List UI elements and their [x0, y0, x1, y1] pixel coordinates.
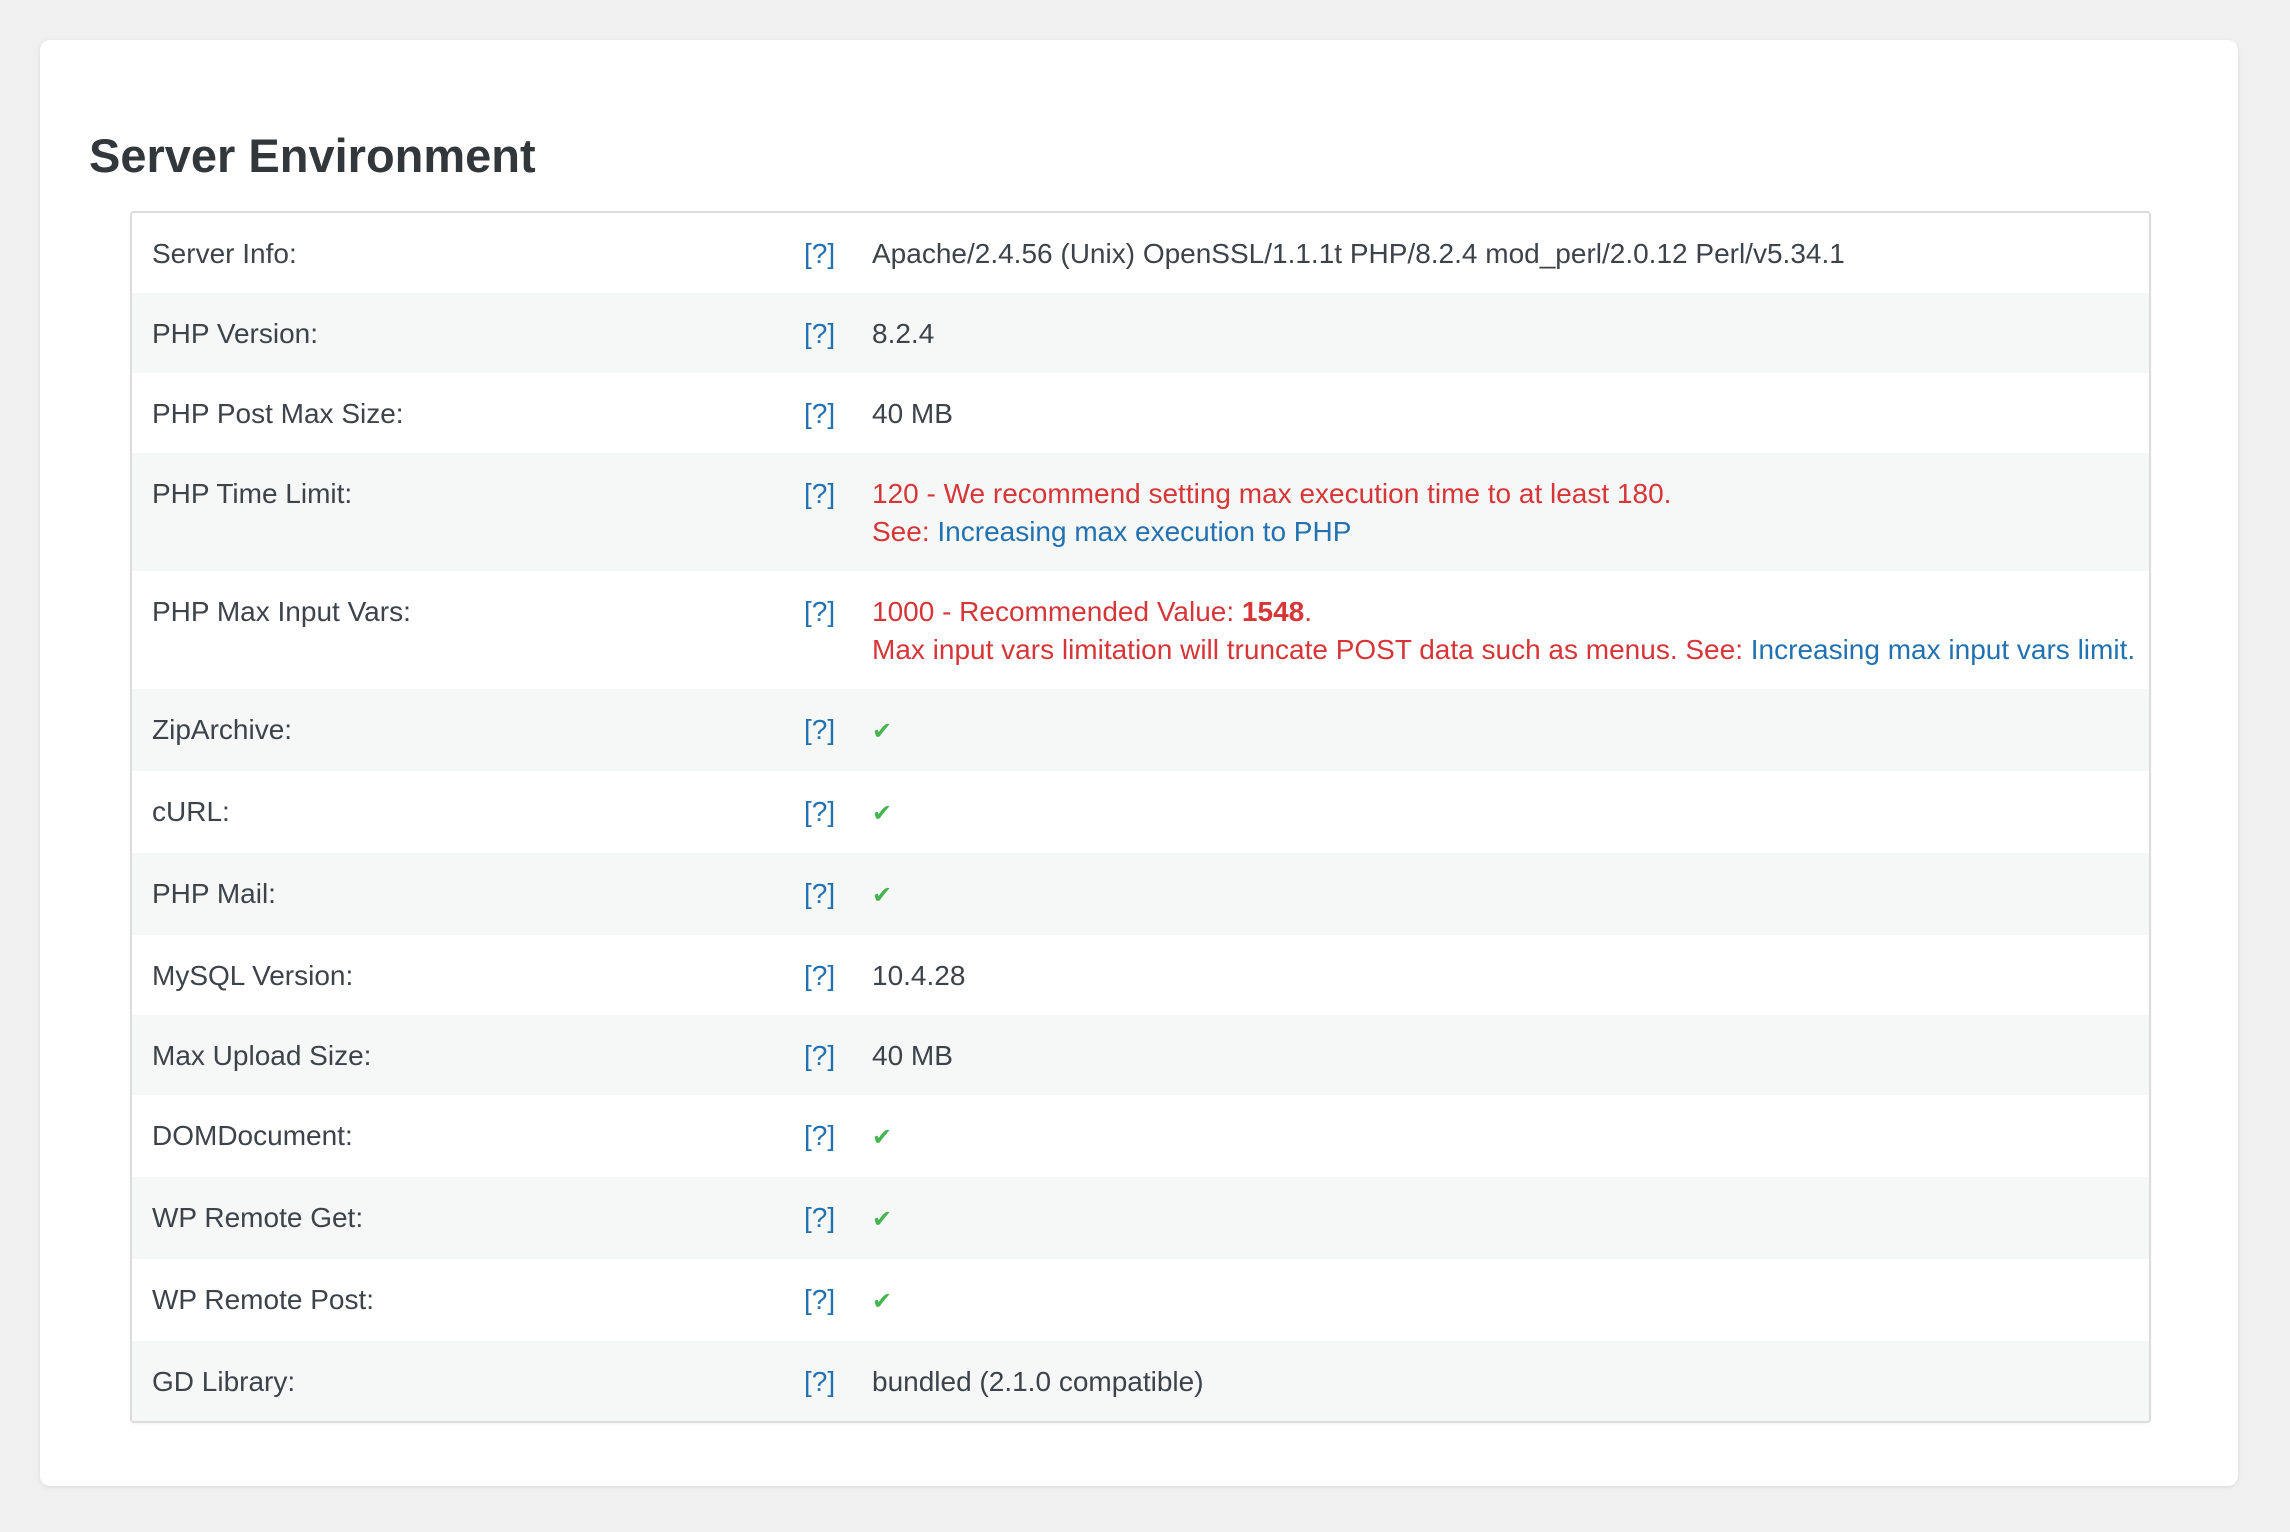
row-value: 10.4.28 — [872, 960, 966, 991]
table-row-mysql-version: MySQL Version: [?] 10.4.28 — [132, 935, 2149, 1015]
warning-suffix: . — [1304, 596, 1312, 627]
warning-detail: Max input vars limitation will truncate … — [872, 634, 1751, 665]
row-value: 8.2.4 — [872, 318, 935, 349]
server-environment-table: Server Info: [?] Apache/2.4.56 (Unix) Op… — [130, 211, 2151, 1423]
checkmark-icon: ✔ — [872, 882, 893, 909]
checkmark-icon: ✔ — [872, 1124, 893, 1151]
row-label: ZipArchive: — [152, 714, 293, 745]
warning-message: 1000 - Recommended Value: 1548. — [872, 593, 2135, 631]
table-row-domdocument: DOMDocument: [?] ✔ — [132, 1095, 2149, 1177]
row-label: WP Remote Post: — [152, 1284, 375, 1315]
help-link[interactable]: [?] — [804, 315, 872, 353]
warning-see-line: See: Increasing max execution to PHP — [872, 513, 2129, 551]
see-prefix: See: — [872, 516, 938, 547]
row-label: Max Upload Size: — [152, 1040, 372, 1071]
row-label: GD Library: — [152, 1366, 296, 1397]
help-link[interactable]: [?] — [804, 711, 872, 749]
row-label: PHP Max Input Vars: — [152, 596, 411, 627]
help-link[interactable]: [?] — [804, 475, 872, 513]
row-label: DOMDocument: — [152, 1120, 353, 1151]
warning-message: 120 - We recommend setting max execution… — [872, 478, 1672, 509]
table-row-php-mail: PHP Mail: [?] ✔ — [132, 853, 2149, 935]
help-link[interactable]: [?] — [804, 1281, 872, 1319]
table-row-php-version: PHP Version: [?] 8.2.4 — [132, 293, 2149, 373]
help-link[interactable]: [?] — [804, 793, 872, 831]
page-title: Server Environment — [89, 129, 536, 182]
table-row-php-max-input-vars: PHP Max Input Vars: [?] 1000 - Recommend… — [132, 571, 2149, 689]
row-label: Server Info: — [152, 238, 297, 269]
table-row-server-info: Server Info: [?] Apache/2.4.56 (Unix) Op… — [132, 213, 2149, 293]
row-value-warning: 120 - We recommend setting max execution… — [872, 475, 2149, 551]
row-value: 40 MB — [872, 398, 953, 429]
warning-prefix: 1000 - Recommended Value: — [872, 596, 1242, 627]
table-row-curl: cURL: [?] ✔ — [132, 771, 2149, 853]
row-value: bundled (2.1.0 compatible) — [872, 1366, 1204, 1397]
row-label: PHP Post Max Size: — [152, 398, 404, 429]
table-row-php-post-max-size: PHP Post Max Size: [?] 40 MB — [132, 373, 2149, 453]
checkmark-icon: ✔ — [872, 800, 893, 827]
row-label: PHP Mail: — [152, 878, 276, 909]
checkmark-icon: ✔ — [872, 718, 893, 745]
recommended-value: 1548 — [1241, 596, 1305, 627]
help-link[interactable]: [?] — [804, 395, 872, 433]
table-row-gd-library: GD Library: [?] bundled (2.1.0 compatibl… — [132, 1341, 2149, 1421]
row-value-warning: 1000 - Recommended Value: 1548. Max inpu… — [872, 593, 2149, 669]
row-value: Apache/2.4.56 (Unix) OpenSSL/1.1.1t PHP/… — [872, 238, 1845, 269]
warning-see-line: Max input vars limitation will truncate … — [872, 631, 2135, 669]
increase-max-execution-link[interactable]: Increasing max execution to PHP — [937, 516, 1351, 547]
help-link[interactable]: [?] — [804, 1199, 872, 1237]
help-link[interactable]: [?] — [804, 593, 872, 631]
table-row-max-upload-size: Max Upload Size: [?] 40 MB — [132, 1015, 2149, 1095]
help-link[interactable]: [?] — [804, 1117, 872, 1155]
table-row-wp-remote-post: WP Remote Post: [?] ✔ — [132, 1259, 2149, 1341]
checkmark-icon: ✔ — [872, 1206, 893, 1233]
table-row-ziparchive: ZipArchive: [?] ✔ — [132, 689, 2149, 771]
row-label: PHP Version: — [152, 318, 319, 349]
increase-max-input-vars-link[interactable]: Increasing max input vars limit. — [1751, 634, 2135, 665]
row-label: cURL: — [152, 796, 230, 827]
row-label: MySQL Version: — [152, 960, 354, 991]
row-label: PHP Time Limit: — [152, 478, 353, 509]
help-link[interactable]: [?] — [804, 235, 872, 273]
row-value: 40 MB — [872, 1040, 953, 1071]
help-link[interactable]: [?] — [804, 1037, 872, 1075]
table-row-wp-remote-get: WP Remote Get: [?] ✔ — [132, 1177, 2149, 1259]
help-link[interactable]: [?] — [804, 875, 872, 913]
checkmark-icon: ✔ — [872, 1288, 893, 1315]
help-link[interactable]: [?] — [804, 957, 872, 995]
row-label: WP Remote Get: — [152, 1202, 364, 1233]
table-row-php-time-limit: PHP Time Limit: [?] 120 - We recommend s… — [132, 453, 2149, 571]
help-link[interactable]: [?] — [804, 1363, 872, 1401]
